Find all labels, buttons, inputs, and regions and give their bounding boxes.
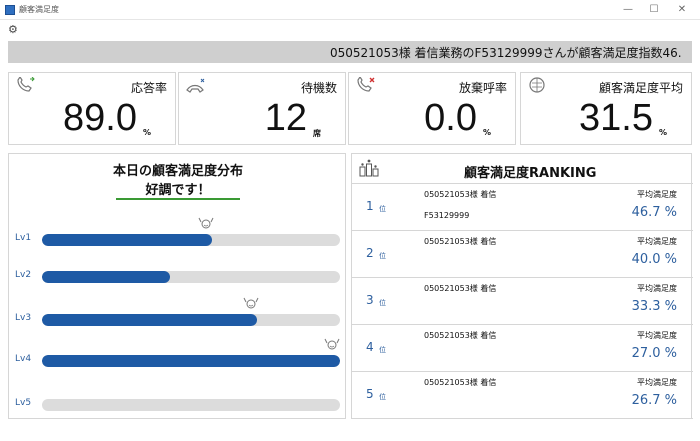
rank-number: 2: [366, 246, 374, 260]
cheering-face-icon: [198, 217, 214, 229]
kpi-label: 待機数: [300, 81, 337, 95]
phone-abandoned-icon: [357, 77, 375, 92]
rank-caller: 050521053様 着信: [424, 378, 497, 387]
satisfaction-distribution-panel: 本日の顧客満足度分布 好調です！ Lv1 Lv2 Lv3 Lv4 Lv5: [8, 153, 346, 419]
rank-agent: F53129999: [424, 211, 470, 220]
rank-number: 3: [366, 293, 374, 307]
level-bar-fill: [42, 234, 212, 246]
cheering-face-icon: [243, 297, 258, 309]
rank-caller: 050521053様 着信: [424, 237, 497, 246]
ticker-text: 050521053様 着信業務のF53129999さんが顧客満足度指数46.: [330, 46, 682, 60]
rank-score: 33.3 %: [631, 299, 677, 314]
level-bar-track: [42, 355, 340, 367]
ranking-row[interactable]: 5 位 050521053様 着信 平均満足度 26.7 %: [352, 373, 693, 419]
kpi-label: 顧客満足度平均: [598, 81, 683, 95]
phone-incoming-icon: [17, 77, 35, 92]
kpi-label: 応答率: [130, 81, 167, 95]
rank-number: 5: [366, 387, 374, 401]
distribution-title: 本日の顧客満足度分布: [112, 164, 243, 179]
rank-caller: 050521053様 着信: [424, 284, 497, 293]
kpi-satisfaction-average: 顧客満足度平均 31.5 %: [520, 72, 692, 145]
distribution-status: 好調です！: [145, 183, 211, 198]
rank-score: 27.0 %: [631, 346, 677, 361]
level-label: Lv2: [15, 270, 32, 280]
close-button[interactable]: ✕: [670, 2, 694, 18]
rank-score: 26.7 %: [631, 393, 677, 408]
maximize-button[interactable]: ☐: [642, 2, 666, 18]
level-label: Lv5: [15, 398, 32, 408]
kpi-answer-rate: 応答率 89.0 %: [8, 72, 176, 145]
rank-avg-label: 平均満足度: [637, 237, 677, 246]
level-bar-track: [42, 271, 340, 283]
rank-caller: 050521053様 着信: [424, 190, 497, 199]
rank-suffix: 位: [379, 205, 386, 213]
ranking-row[interactable]: 4 位 050521053様 着信 平均満足度 27.0 %: [352, 326, 693, 372]
rank-suffix: 位: [379, 393, 386, 401]
cheering-face-icon: [324, 338, 340, 350]
rank-avg-label: 平均満足度: [637, 378, 677, 387]
rank-score: 46.7 %: [631, 205, 677, 220]
level-bar-fill: [42, 271, 171, 283]
rank-suffix: 位: [379, 299, 386, 307]
kpi-abandon-rate: 放棄呼率 0.0 %: [348, 72, 516, 145]
rank-suffix: 位: [379, 252, 386, 260]
kpi-unit: %: [142, 128, 151, 137]
phone-waiting-icon: [186, 78, 205, 93]
kpi-unit: %: [482, 128, 491, 137]
rank-number: 4: [366, 340, 374, 354]
level-bar-track: [42, 234, 340, 246]
rank-avg-label: 平均満足度: [637, 190, 677, 199]
level-label: Lv1: [15, 233, 32, 243]
level-bar-track: [42, 314, 340, 326]
ranking-podium-icon: [359, 159, 379, 177]
kpi-value: 12: [264, 97, 307, 139]
rank-score: 40.0 %: [631, 252, 677, 267]
toolbar: ⚙: [0, 21, 700, 41]
kpi-unit: %: [658, 128, 667, 137]
rank-number: 1: [366, 199, 374, 213]
minimize-button[interactable]: —: [616, 2, 640, 18]
app-icon: [5, 5, 15, 15]
level-label: Lv3: [15, 313, 32, 323]
level-label: Lv4: [15, 354, 32, 364]
kpi-waiting-count: 待機数 12 席: [178, 72, 346, 145]
kpi-value: 89.0: [63, 97, 137, 139]
ranking-title: 顧客満足度RANKING: [464, 166, 597, 181]
rank-avg-label: 平均満足度: [637, 331, 677, 340]
level-bar-track: [42, 399, 340, 411]
level-bar-fill: [42, 314, 257, 326]
window-titlebar: 顧客満足度 — ☐ ✕: [0, 0, 700, 20]
gear-icon[interactable]: ⚙: [8, 23, 18, 36]
level-bar-fill: [42, 355, 340, 367]
ranking-header: 顧客満足度RANKING: [352, 154, 693, 184]
ranking-row[interactable]: 2 位 050521053様 着信 平均満足度 40.0 %: [352, 232, 693, 278]
kpi-value: 31.5: [579, 97, 653, 139]
satisfaction-icon: [529, 77, 545, 93]
ranking-row[interactable]: 3 位 050521053様 着信 平均満足度 33.3 %: [352, 279, 693, 325]
title-underline: [116, 198, 240, 200]
window-title: 顧客満足度: [19, 5, 59, 14]
news-ticker: 050521053様 着信業務のF53129999さんが顧客満足度指数46.: [8, 41, 692, 63]
satisfaction-ranking-panel: 顧客満足度RANKING 1 位 050521053様 着信 F53129999 平均満…: [351, 153, 693, 419]
ranking-row[interactable]: 1 位 050521053様 着信 F53129999 平均満足度 46.7 %: [352, 185, 693, 231]
kpi-value: 0.0: [424, 97, 477, 139]
rank-suffix: 位: [379, 346, 386, 354]
rank-caller: 050521053様 着信: [424, 331, 497, 340]
kpi-label: 放棄呼率: [458, 81, 507, 95]
rank-avg-label: 平均満足度: [637, 284, 677, 293]
kpi-unit: 席: [313, 129, 321, 138]
